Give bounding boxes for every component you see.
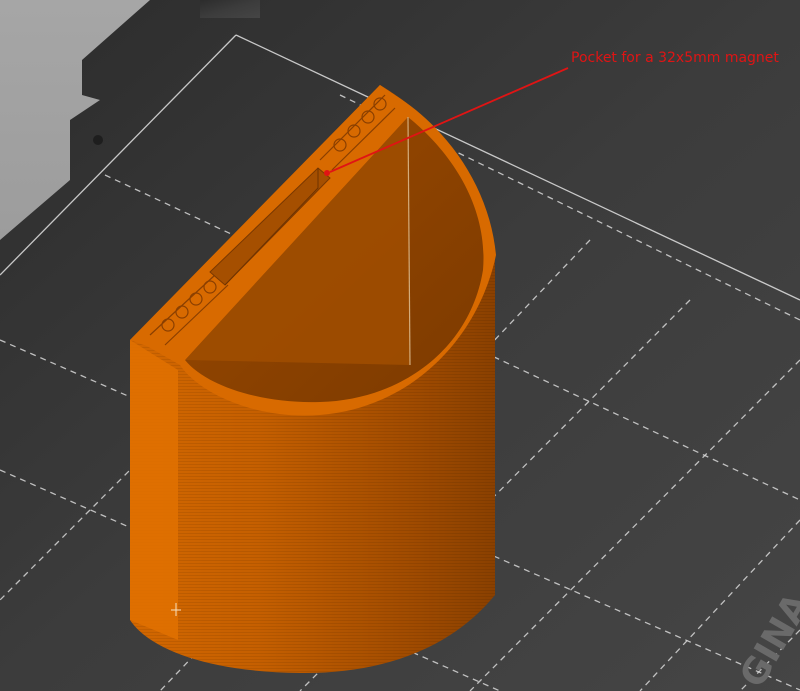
bed-mount-hole	[93, 135, 103, 145]
annotation-label: Pocket for a 32x5mm magnet	[571, 50, 779, 66]
3d-viewport[interactable]: GINA Pocket for a 32x5mm magnet	[0, 0, 800, 691]
scene-canvas[interactable]: GINA	[0, 0, 800, 691]
